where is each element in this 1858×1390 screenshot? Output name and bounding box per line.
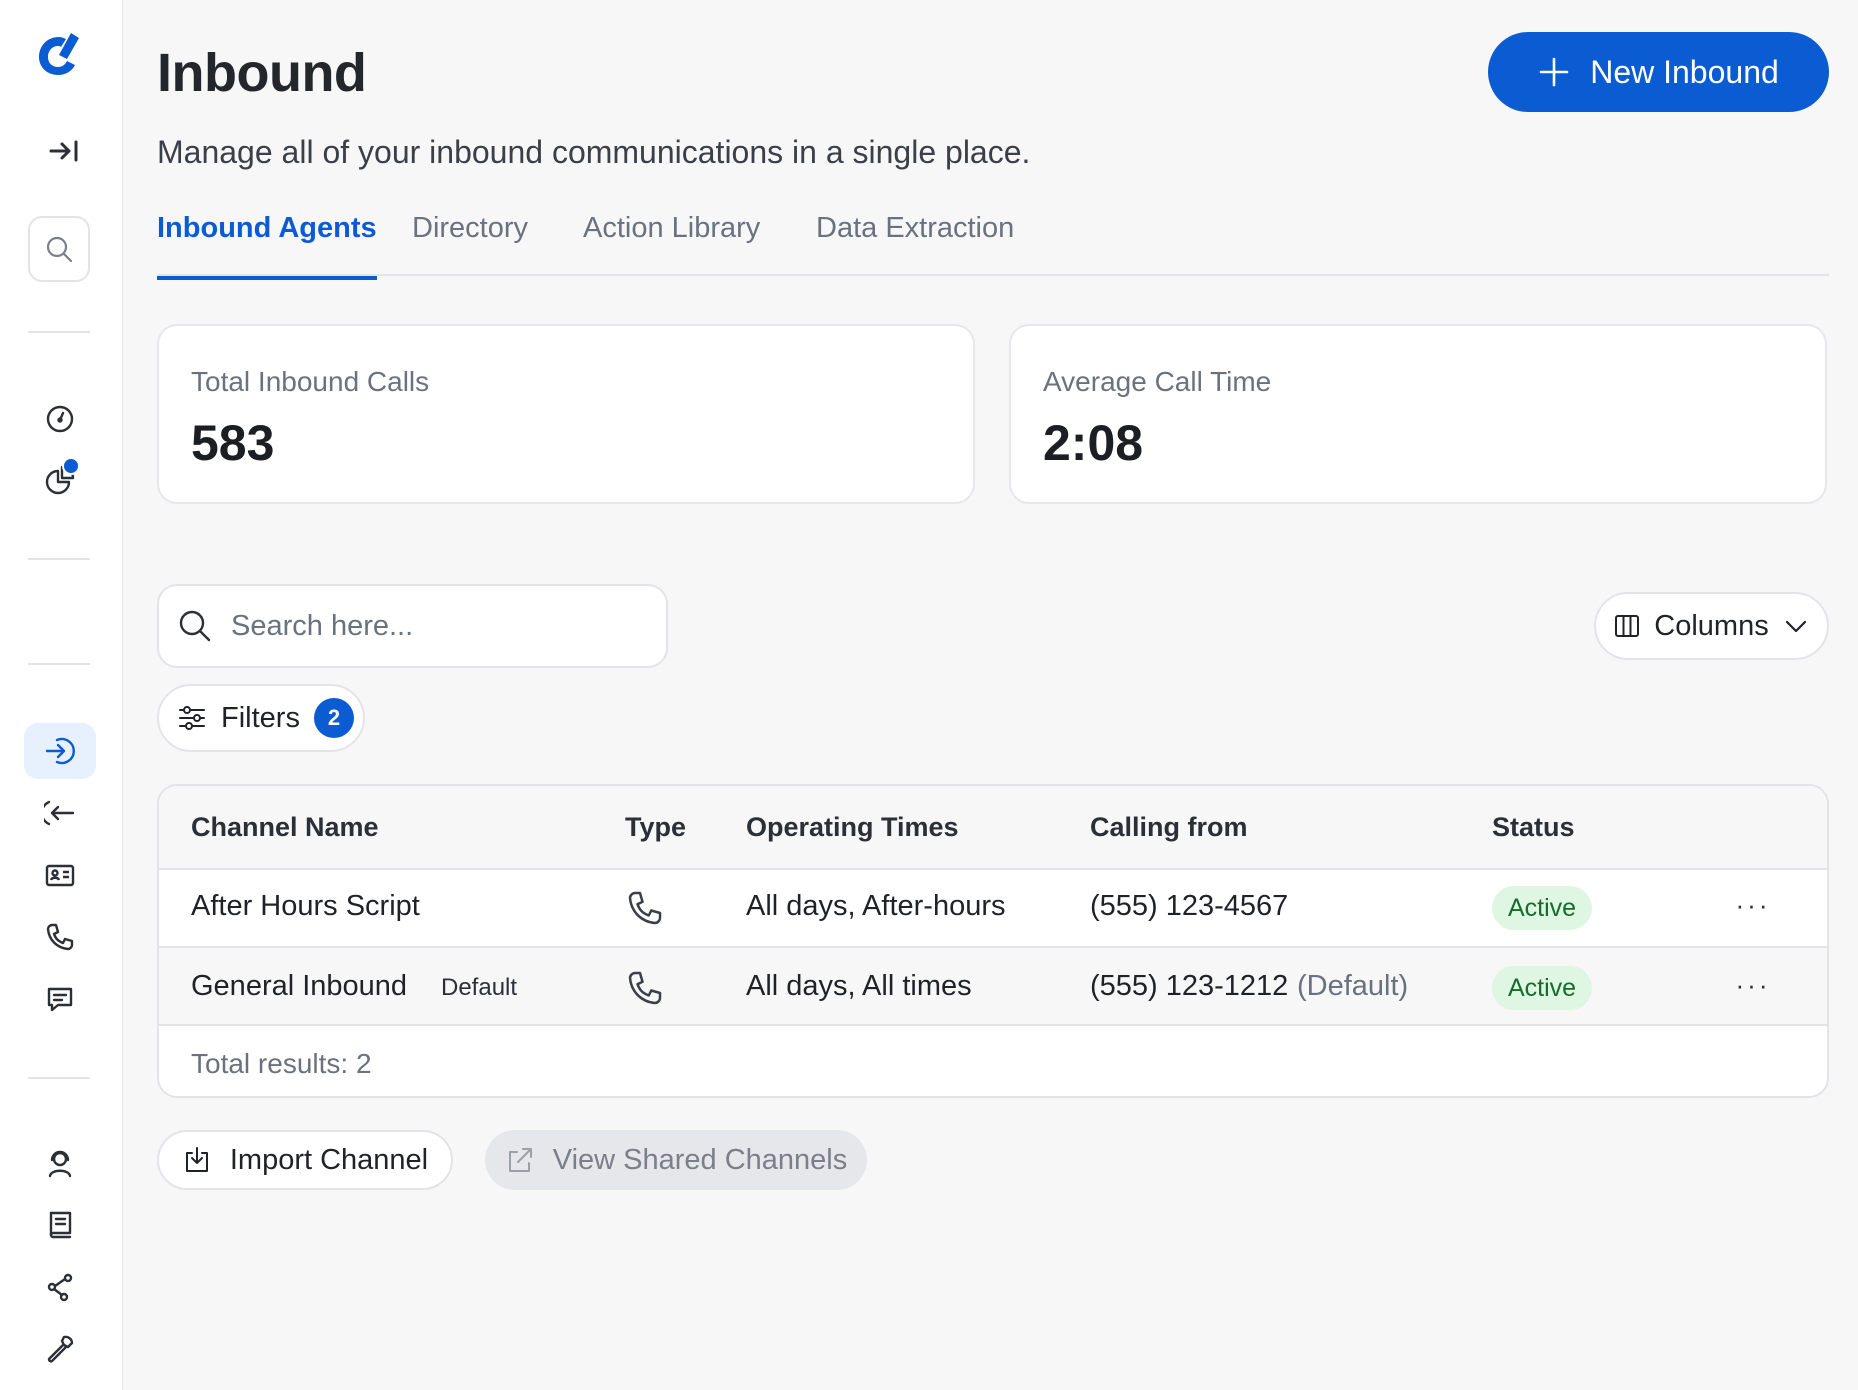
stat-card-average-call-time: Average Call Time 2:08 <box>1009 324 1827 504</box>
column-header-channel-name[interactable]: Channel Name <box>191 812 379 843</box>
share-icon[interactable] <box>24 1259 96 1315</box>
table-header: Channel Name Type Operating Times Callin… <box>159 786 1827 870</box>
columns-button[interactable]: Columns <box>1594 592 1829 660</box>
calling-from-note: (Default) <box>1297 970 1409 1002</box>
page-title: Inbound <box>157 43 367 103</box>
channels-table: Channel Name Type Operating Times Callin… <box>157 784 1829 1098</box>
new-inbound-button[interactable]: New Inbound <box>1488 32 1829 112</box>
logo-icon[interactable] <box>30 28 88 82</box>
tab-inbound-agents[interactable]: Inbound Agents <box>157 212 377 280</box>
share-out-icon <box>508 1148 532 1172</box>
search-box <box>157 584 668 668</box>
sliders-icon <box>179 706 205 730</box>
chevron-down-icon <box>1785 620 1806 633</box>
import-channel-button[interactable]: Import Channel <box>157 1130 453 1190</box>
table-row[interactable]: General Inbound Default All days, All ti… <box>159 948 1827 1026</box>
column-header-status[interactable]: Status <box>1492 812 1575 843</box>
more-options-icon[interactable]: ··· <box>1731 890 1775 920</box>
tab-bar: Inbound Agents Directory Action Library … <box>157 206 1829 280</box>
message-icon[interactable] <box>24 971 96 1027</box>
sidebar <box>0 0 123 1390</box>
new-inbound-label: New Inbound <box>1590 53 1779 90</box>
channel-name[interactable]: After Hours Script <box>191 890 420 923</box>
import-icon <box>185 1147 208 1172</box>
more-options-icon[interactable]: ··· <box>1731 970 1775 1000</box>
filters-label: Filters <box>221 701 300 734</box>
collapse-sidebar-icon[interactable] <box>40 131 88 171</box>
columns-label: Columns <box>1654 609 1769 642</box>
sidebar-divider <box>28 331 90 333</box>
operating-times: All days, After-hours <box>746 890 1006 922</box>
stat-value: 2:08 <box>1043 415 1144 471</box>
columns-icon <box>1615 615 1640 637</box>
sidebar-divider <box>28 663 90 665</box>
search-input[interactable] <box>231 609 661 643</box>
table-row[interactable]: After Hours Script All days, After-hours… <box>159 870 1827 948</box>
book-icon[interactable] <box>24 1197 96 1253</box>
column-header-type[interactable]: Type <box>625 812 686 843</box>
filters-count-badge: 2 <box>313 698 354 738</box>
pie-chart-icon[interactable] <box>24 452 96 508</box>
agent-icon[interactable] <box>24 1135 96 1191</box>
wrench-icon[interactable] <box>24 1321 96 1377</box>
total-results: Total results: 2 <box>191 1048 372 1079</box>
search-icon[interactable] <box>28 216 90 282</box>
tab-directory[interactable]: Directory <box>412 212 528 276</box>
sidebar-divider <box>28 1077 90 1079</box>
default-tag: Default <box>441 974 518 1001</box>
calling-from: (555) 123-4567 <box>1090 890 1289 922</box>
channel-name[interactable]: General Inbound <box>191 970 407 1003</box>
contact-card-icon[interactable] <box>24 847 96 903</box>
calling-from: (555) 123-1212 <box>1090 970 1289 1002</box>
stat-label: Average Call Time <box>1043 366 1272 397</box>
view-shared-channels-button[interactable]: View Shared Channels <box>485 1130 867 1190</box>
column-header-operating-times[interactable]: Operating Times <box>746 812 959 843</box>
status-badge: Active <box>1492 966 1593 1010</box>
tab-action-library[interactable]: Action Library <box>583 212 760 276</box>
inbound-icon[interactable] <box>24 723 96 779</box>
filters-button[interactable]: Filters 2 <box>157 684 365 752</box>
stat-value: 583 <box>191 415 275 471</box>
sidebar-divider <box>28 558 90 560</box>
status-badge: Active <box>1492 886 1593 930</box>
gauge-icon[interactable] <box>24 391 96 447</box>
page-subtitle: Manage all of your inbound communication… <box>157 134 1031 170</box>
phone-icon[interactable] <box>24 909 96 965</box>
outbound-icon[interactable] <box>24 785 96 841</box>
operating-times: All days, All times <box>746 970 972 1002</box>
phone-icon <box>628 971 662 1005</box>
plus-icon <box>1539 57 1569 87</box>
column-header-calling-from[interactable]: Calling from <box>1090 812 1248 843</box>
tab-data-extraction[interactable]: Data Extraction <box>816 212 1014 276</box>
notification-dot <box>62 457 80 475</box>
search-icon <box>179 610 211 642</box>
view-shared-channels-label: View Shared Channels <box>552 1143 848 1176</box>
phone-icon <box>628 891 662 925</box>
import-channel-label: Import Channel <box>229 1143 429 1176</box>
stat-label: Total Inbound Calls <box>191 366 430 397</box>
stat-card-total-calls: Total Inbound Calls 583 <box>157 324 975 504</box>
